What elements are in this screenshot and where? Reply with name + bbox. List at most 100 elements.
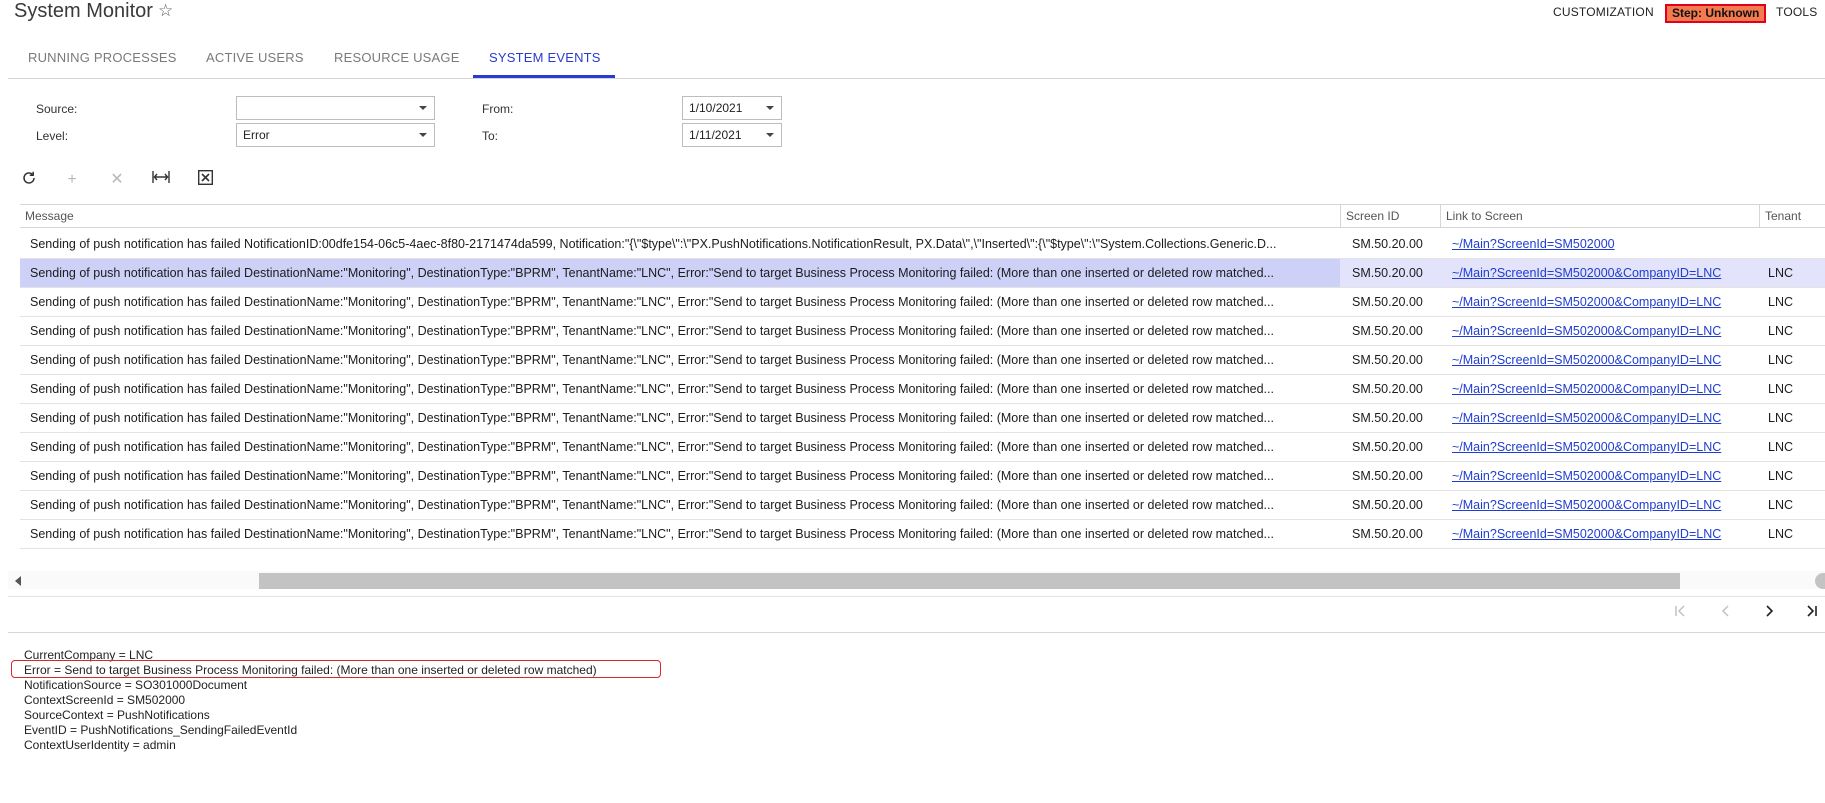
- refresh-icon[interactable]: [18, 170, 40, 190]
- scrollbar-right-end[interactable]: [1815, 573, 1825, 589]
- table-row[interactable]: Sending of push notification has failed …: [20, 404, 1825, 433]
- detail-line: EventID = PushNotifications_SendingFaile…: [24, 723, 298, 737]
- screen-id-cell: SM.50.20.00: [1352, 527, 1423, 541]
- tenant-cell: LNC: [1768, 411, 1794, 425]
- chevron-down-icon: [766, 106, 774, 110]
- screen-link[interactable]: ~/Main?ScreenId=SM502000&CompanyID=LNC: [1452, 295, 1721, 309]
- screen-id-cell: SM.50.20.00: [1352, 498, 1423, 512]
- next-page-icon[interactable]: [1756, 601, 1782, 627]
- screen-link[interactable]: ~/Main?ScreenId=SM502000&CompanyID=LNC: [1452, 382, 1721, 396]
- link-cell: ~/Main?ScreenId=SM502000&CompanyID=LNC: [1444, 520, 1774, 548]
- tenant-cell: LNC: [1768, 266, 1794, 280]
- tenant-cell: LNC: [1768, 382, 1794, 396]
- table-row[interactable]: Sending of push notification has failed …: [20, 259, 1825, 288]
- table-row[interactable]: Sending of push notification has failed …: [20, 317, 1825, 346]
- message-cell[interactable]: Sending of push notification has failed …: [20, 404, 1340, 432]
- link-cell: ~/Main?ScreenId=SM502000&CompanyID=LNC: [1444, 259, 1774, 287]
- chevron-down-icon: [419, 106, 427, 110]
- message-cell[interactable]: Sending of push notification has failed …: [20, 288, 1340, 316]
- favorite-star-icon[interactable]: ☆: [158, 1, 173, 21]
- screen-link[interactable]: ~/Main?ScreenId=SM502000&CompanyID=LNC: [1452, 440, 1721, 454]
- first-page-icon[interactable]: [1667, 601, 1693, 627]
- level-label: Level:: [36, 129, 69, 143]
- to-date-value: 1/11/2021: [689, 128, 742, 142]
- to-date-input[interactable]: 1/11/2021: [682, 123, 782, 147]
- message-cell[interactable]: Sending of push notification has failed …: [20, 462, 1340, 490]
- table-row[interactable]: Sending of push notification has failed …: [20, 462, 1825, 491]
- to-label: To:: [482, 129, 499, 143]
- screen-link[interactable]: ~/Main?ScreenId=SM502000&CompanyID=LNC: [1452, 411, 1721, 425]
- from-label: From:: [482, 102, 514, 116]
- page-title: System Monitor: [14, 0, 153, 22]
- message-cell[interactable]: Sending of push notification has failed …: [20, 259, 1340, 287]
- tab-active-users[interactable]: ACTIVE USERS: [206, 50, 304, 66]
- screen-link[interactable]: ~/Main?ScreenId=SM502000&CompanyID=LNC: [1452, 469, 1721, 483]
- last-page-icon[interactable]: [1799, 601, 1825, 627]
- tenant-cell: LNC: [1768, 353, 1794, 367]
- screen-id-cell: SM.50.20.00: [1352, 411, 1423, 425]
- screen-link[interactable]: ~/Main?ScreenId=SM502000&CompanyID=LNC: [1452, 324, 1721, 338]
- screen-link[interactable]: ~/Main?ScreenId=SM502000: [1452, 237, 1615, 251]
- level-select[interactable]: Error: [236, 123, 435, 147]
- chevron-down-icon: [766, 133, 774, 137]
- screen-link[interactable]: ~/Main?ScreenId=SM502000&CompanyID=LNC: [1452, 353, 1721, 367]
- tenant-cell: LNC: [1768, 324, 1794, 338]
- table-row[interactable]: Sending of push notification has failed …: [20, 230, 1825, 259]
- customization-menu[interactable]: CUSTOMIZATION: [1553, 4, 1654, 20]
- tenant-cell: LNC: [1768, 440, 1794, 454]
- fit-columns-icon[interactable]: [150, 170, 172, 190]
- detail-line: ContextUserIdentity = admin: [24, 738, 176, 752]
- message-cell[interactable]: Sending of push notification has failed …: [20, 491, 1340, 519]
- detail-line: ContextScreenId = SM502000: [24, 693, 186, 707]
- table-row[interactable]: Sending of push notification has failed …: [20, 346, 1825, 375]
- column-header-link[interactable]: Link to Screen: [1440, 205, 1759, 227]
- link-cell: ~/Main?ScreenId=SM502000&CompanyID=LNC: [1444, 288, 1774, 316]
- table-row[interactable]: Sending of push notification has failed …: [20, 288, 1825, 317]
- tab-running-processes[interactable]: RUNNING PROCESSES: [28, 50, 177, 66]
- tenant-cell: LNC: [1768, 469, 1794, 483]
- message-cell[interactable]: Sending of push notification has failed …: [20, 230, 1340, 258]
- table-row[interactable]: Sending of push notification has failed …: [20, 491, 1825, 520]
- table-row[interactable]: Sending of push notification has failed …: [20, 375, 1825, 404]
- screen-link[interactable]: ~/Main?ScreenId=SM502000&CompanyID=LNC: [1452, 498, 1721, 512]
- table-row[interactable]: Sending of push notification has failed …: [20, 520, 1825, 549]
- detail-line: NotificationSource = SO301000Document: [24, 678, 248, 692]
- column-header-message[interactable]: Message: [20, 205, 1340, 227]
- tenant-cell: [1760, 230, 1825, 258]
- tab-resource-usage[interactable]: RESOURCE USAGE: [334, 50, 460, 66]
- from-date-input[interactable]: 1/10/2021: [682, 96, 782, 120]
- link-cell: ~/Main?ScreenId=SM502000: [1444, 230, 1774, 258]
- tab-system-events[interactable]: SYSTEM EVENTS: [489, 50, 601, 66]
- screen-id-cell: SM.50.20.00: [1352, 469, 1423, 483]
- tenant-cell: LNC: [1768, 498, 1794, 512]
- previous-page-icon[interactable]: [1713, 601, 1739, 627]
- screen-id-cell: SM.50.20.00: [1352, 353, 1423, 367]
- link-cell: ~/Main?ScreenId=SM502000&CompanyID=LNC: [1444, 317, 1774, 345]
- table-row[interactable]: Sending of push notification has failed …: [20, 433, 1825, 462]
- link-cell: ~/Main?ScreenId=SM502000&CompanyID=LNC: [1444, 404, 1774, 432]
- message-cell[interactable]: Sending of push notification has failed …: [20, 520, 1340, 548]
- message-cell[interactable]: Sending of push notification has failed …: [20, 375, 1340, 403]
- tenant-cell: LNC: [1768, 295, 1794, 309]
- error-line-highlight: [11, 660, 661, 678]
- column-header-tenant[interactable]: Tenant: [1759, 205, 1825, 227]
- tenant-cell: LNC: [1768, 527, 1794, 541]
- close-icon[interactable]: ✕: [106, 170, 128, 190]
- column-header-screen-id[interactable]: Screen ID: [1340, 205, 1440, 227]
- source-label: Source:: [36, 102, 78, 116]
- tabs-divider: [8, 78, 1825, 79]
- scroll-left-arrow-icon[interactable]: [15, 576, 21, 586]
- excel-export-icon[interactable]: [194, 169, 216, 190]
- screen-id-cell: SM.50.20.00: [1352, 382, 1423, 396]
- message-cell[interactable]: Sending of push notification has failed …: [20, 433, 1340, 461]
- plus-icon[interactable]: +: [61, 170, 83, 190]
- tools-menu[interactable]: TOOLS: [1776, 4, 1817, 20]
- message-cell[interactable]: Sending of push notification has failed …: [20, 346, 1340, 374]
- screen-link[interactable]: ~/Main?ScreenId=SM502000&CompanyID=LNC: [1452, 527, 1721, 541]
- screen-link[interactable]: ~/Main?ScreenId=SM502000&CompanyID=LNC: [1452, 266, 1721, 280]
- step-status-badge: Step: Unknown: [1665, 4, 1767, 23]
- scrollbar-thumb[interactable]: [259, 573, 1680, 589]
- link-cell: ~/Main?ScreenId=SM502000&CompanyID=LNC: [1444, 433, 1774, 461]
- source-select[interactable]: [236, 96, 435, 120]
- message-cell[interactable]: Sending of push notification has failed …: [20, 317, 1340, 345]
